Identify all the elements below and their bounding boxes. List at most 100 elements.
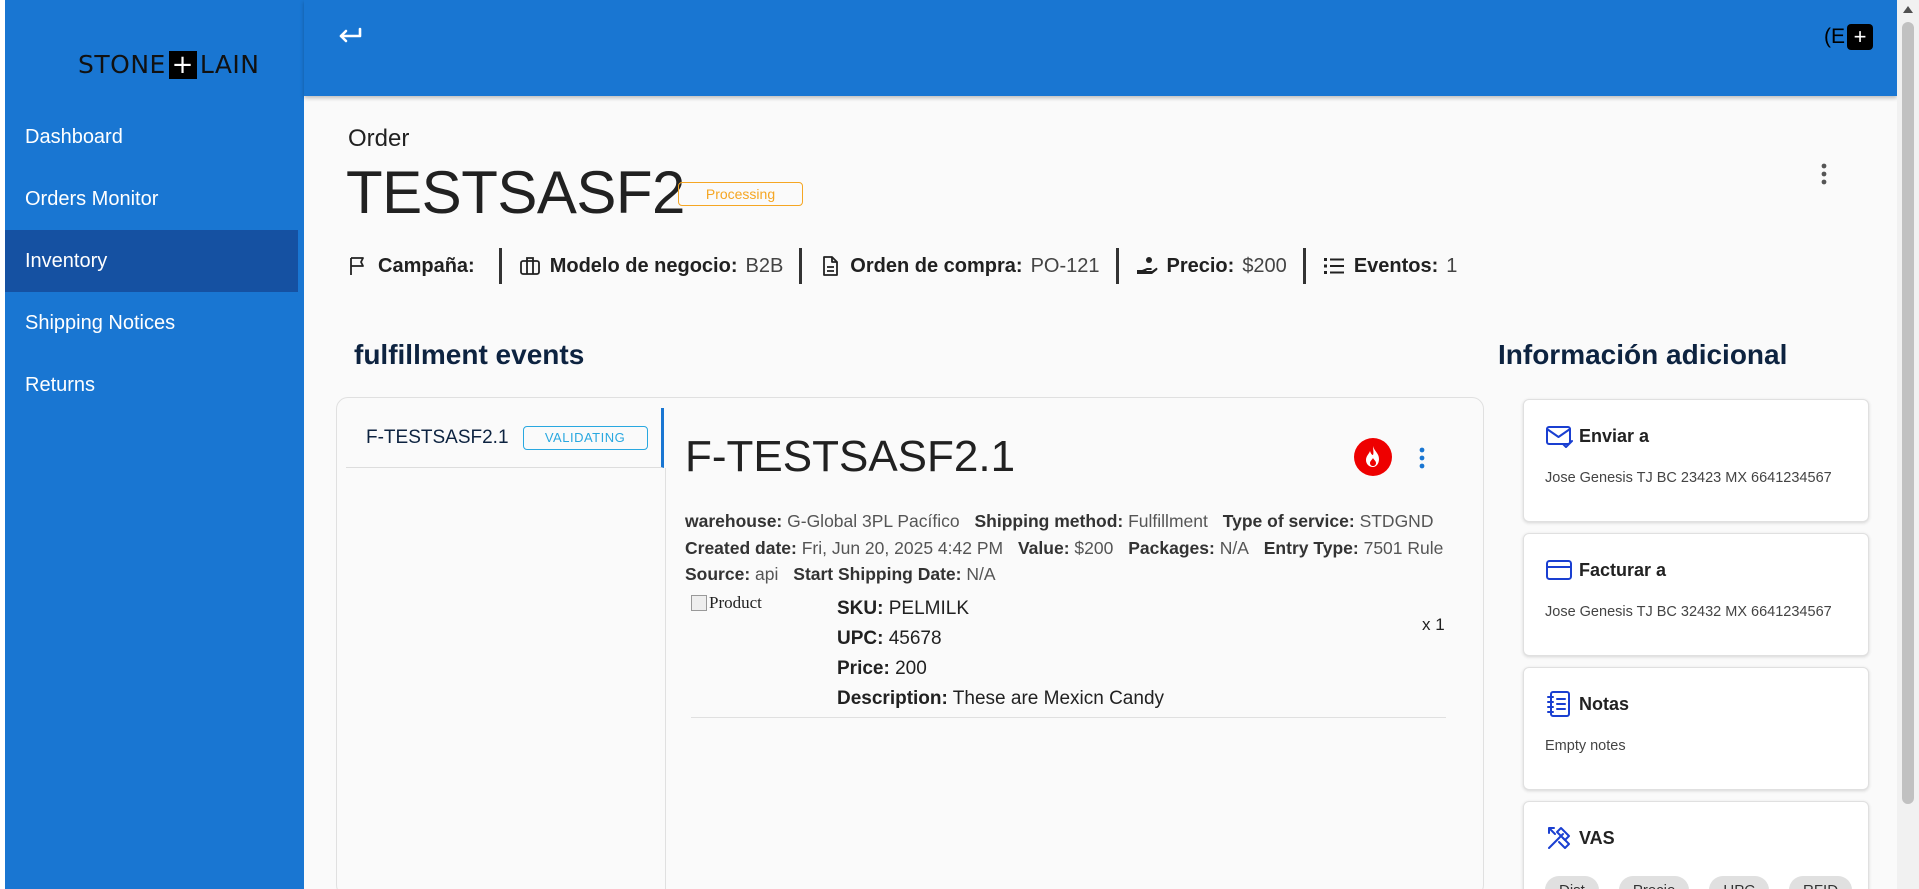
- packages-value: N/A: [1219, 537, 1249, 558]
- product-quantity: x 1: [1422, 615, 1445, 634]
- logo-plus-mark: +: [168, 50, 197, 79]
- meta-price-value: $200: [1242, 254, 1287, 277]
- sidebar-item-returns[interactable]: Returns: [5, 354, 298, 416]
- product-description: Description: These are Mexicn Candy: [837, 684, 1164, 714]
- source-key: Source:: [685, 564, 751, 584]
- product-upc: UPC: 45678: [837, 624, 1164, 654]
- sidebar-item-orders-monitor[interactable]: Orders Monitor: [5, 168, 298, 230]
- meta-price-key: Precio:: [1166, 254, 1235, 277]
- product-image-alt: Product: [709, 593, 762, 612]
- meta-business-model: Modelo de negocio: B2B: [502, 254, 800, 278]
- price-value: 200: [895, 658, 927, 679]
- page-scrollbar[interactable]: [1897, 0, 1919, 889]
- details-line-3: Source: api Start Shipping Date: N/A: [685, 561, 1465, 588]
- document-icon: [823, 256, 839, 276]
- bill-to-header: Facturar a: [1545, 556, 1666, 584]
- broken-image-icon: [691, 595, 707, 611]
- type-of-service-value: STDGND: [1359, 511, 1434, 531]
- vas-title: VAS: [1579, 827, 1615, 848]
- notebook-icon: [1547, 691, 1570, 717]
- notes-body: Empty notes: [1545, 738, 1626, 754]
- order-more-options-icon[interactable]: [1812, 160, 1836, 188]
- user-plus-mark: +: [1847, 24, 1873, 50]
- additional-info-title: Información adicional: [1498, 339, 1788, 370]
- value-value: $200: [1074, 537, 1114, 558]
- order-id: TESTSASF2: [346, 159, 685, 226]
- meta-purchase-order: Orden de compra: PO-121: [802, 254, 1115, 278]
- meta-business-model-value: B2B: [745, 254, 784, 277]
- product-info: SKU: PELMILK UPC: 45678 Price: 200 Descr…: [837, 594, 1164, 714]
- fulfillment-list-item[interactable]: F-TESTSASF2.1 VALIDATING: [346, 408, 664, 468]
- meta-purchase-order-value: PO-121: [1030, 254, 1100, 277]
- warehouse-key: warehouse:: [685, 511, 783, 531]
- briefcase-icon: [519, 257, 540, 275]
- scroll-thumb[interactable]: [1902, 22, 1914, 804]
- price-label: Price:: [837, 658, 890, 679]
- meta-campaign: Campaña:: [346, 254, 499, 278]
- user-menu[interactable]: (E +: [1824, 24, 1873, 50]
- tools-icon: [1548, 827, 1570, 849]
- vas-chip[interactable]: Dist: [1545, 876, 1599, 889]
- return-arrow-icon[interactable]: [335, 22, 365, 50]
- value-key: Value:: [1017, 537, 1070, 558]
- warehouse-value: G-Global 3PL Pacífico: [787, 511, 960, 531]
- packages-key: Packages:: [1128, 537, 1215, 558]
- vas-card: VAS Dist Precio UPC RFID: [1523, 801, 1869, 889]
- vas-chip[interactable]: UPC: [1709, 876, 1770, 889]
- fulfillment-section-title: fulfillment events: [354, 339, 585, 370]
- flag-icon: [350, 257, 364, 275]
- product-divider: [691, 717, 1446, 718]
- list-icon: [1323, 258, 1344, 274]
- ship-to-card: Enviar a Jose Genesis TJ BC 23423 MX 664…: [1523, 399, 1869, 522]
- meta-events-value: 1: [1446, 254, 1458, 277]
- fulfillment-details: warehouse: G-Global 3PL Pacífico Shippin…: [685, 508, 1465, 588]
- fulfillment-more-options-icon[interactable]: [1410, 444, 1434, 472]
- sidebar-item-inventory[interactable]: Inventory: [5, 230, 298, 292]
- vas-chip[interactable]: RFID: [1789, 876, 1853, 889]
- product-image: Product: [691, 593, 762, 613]
- mail-check-icon: [1546, 426, 1573, 448]
- upc-value: 45678: [888, 628, 942, 649]
- ship-to-title: Enviar a: [1579, 425, 1650, 446]
- created-date-key: Created date:: [685, 537, 797, 558]
- notes-title: Notas: [1579, 693, 1630, 714]
- credit-card-icon: [1546, 560, 1572, 580]
- product-price: Price: 200: [837, 654, 1164, 684]
- description-value: These are Mexicn Candy: [952, 688, 1165, 709]
- bill-to-address: Jose Genesis TJ BC 32432 MX 6641234567: [1545, 604, 1832, 620]
- brand-logo[interactable]: STONE + LAIN: [78, 50, 260, 79]
- notes-header: Notas: [1545, 690, 1629, 718]
- priority-fire-icon[interactable]: [1354, 438, 1392, 476]
- meta-events-key: Eventos:: [1353, 254, 1439, 277]
- scroll-up-arrow-icon[interactable]: [1903, 6, 1913, 13]
- vas-chip[interactable]: Precio: [1618, 876, 1690, 889]
- meta-price: Precio: $200: [1119, 254, 1303, 278]
- fulfillment-panel-divider: [665, 468, 666, 889]
- vas-header: VAS: [1545, 824, 1615, 852]
- logo-text-right: LAIN: [199, 50, 260, 79]
- sku-label: SKU:: [837, 598, 884, 619]
- meta-purchase-order-key: Orden de compra:: [850, 254, 1023, 277]
- created-date-value: Fri, Jun 20, 2025 4:42 PM: [801, 537, 1004, 558]
- notes-card: Notas Empty notes: [1523, 667, 1869, 790]
- product-sku: SKU: PELMILK: [837, 594, 1164, 624]
- sidebar-item-dashboard[interactable]: Dashboard: [5, 106, 298, 168]
- sidebar-item-shipping-notices[interactable]: Shipping Notices: [5, 292, 298, 354]
- meta-business-model-key: Modelo de negocio:: [549, 254, 738, 277]
- logo-text-left: STONE: [78, 50, 166, 79]
- fulfillment-list-label: F-TESTSASF2.1: [366, 426, 509, 448]
- vas-chip-list: Dist Precio UPC RFID: [1545, 876, 1853, 889]
- top-app-bar: (E +: [304, 0, 1897, 96]
- hand-coin-icon: [1136, 257, 1157, 274]
- bill-to-card: Facturar a Jose Genesis TJ BC 32432 MX 6…: [1523, 533, 1869, 656]
- upc-label: UPC:: [837, 628, 884, 649]
- ship-to-header: Enviar a: [1545, 422, 1649, 450]
- bill-to-title: Facturar a: [1579, 559, 1667, 580]
- meta-campaign-key: Campaña:: [378, 254, 475, 277]
- details-line-2: Created date: Fri, Jun 20, 2025 4:42 PM …: [685, 535, 1465, 562]
- order-status-badge: Processing: [678, 182, 803, 206]
- ship-to-address: Jose Genesis TJ BC 23423 MX 6641234567: [1545, 470, 1832, 486]
- validating-status-badge: VALIDATING: [522, 425, 648, 450]
- entry-type-key: Entry Type:: [1263, 537, 1359, 558]
- source-value: api: [755, 564, 779, 584]
